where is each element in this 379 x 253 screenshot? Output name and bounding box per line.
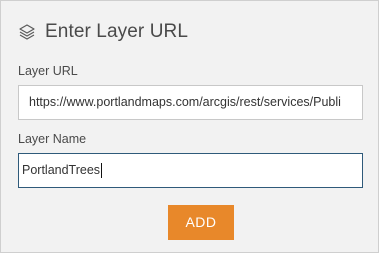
layer-url-value: https://www.portlandmaps.com/arcgis/rest…	[29, 95, 341, 109]
layer-name-value: PortlandTrees	[22, 163, 101, 177]
add-button[interactable]: ADD	[168, 205, 234, 240]
layer-name-label: Layer Name	[18, 132, 87, 146]
panel-header: Enter Layer URL	[18, 19, 188, 45]
layer-url-field[interactable]: https://www.portlandmaps.com/arcgis/rest…	[18, 85, 363, 120]
layers-icon	[18, 23, 36, 41]
text-caret	[101, 163, 103, 179]
enter-layer-url-panel: Enter Layer URL Layer URL https://www.po…	[0, 0, 379, 253]
page-title: Enter Layer URL	[45, 21, 189, 42]
layer-url-label: Layer URL	[18, 64, 78, 78]
layer-name-field[interactable]: PortlandTrees	[18, 153, 363, 188]
